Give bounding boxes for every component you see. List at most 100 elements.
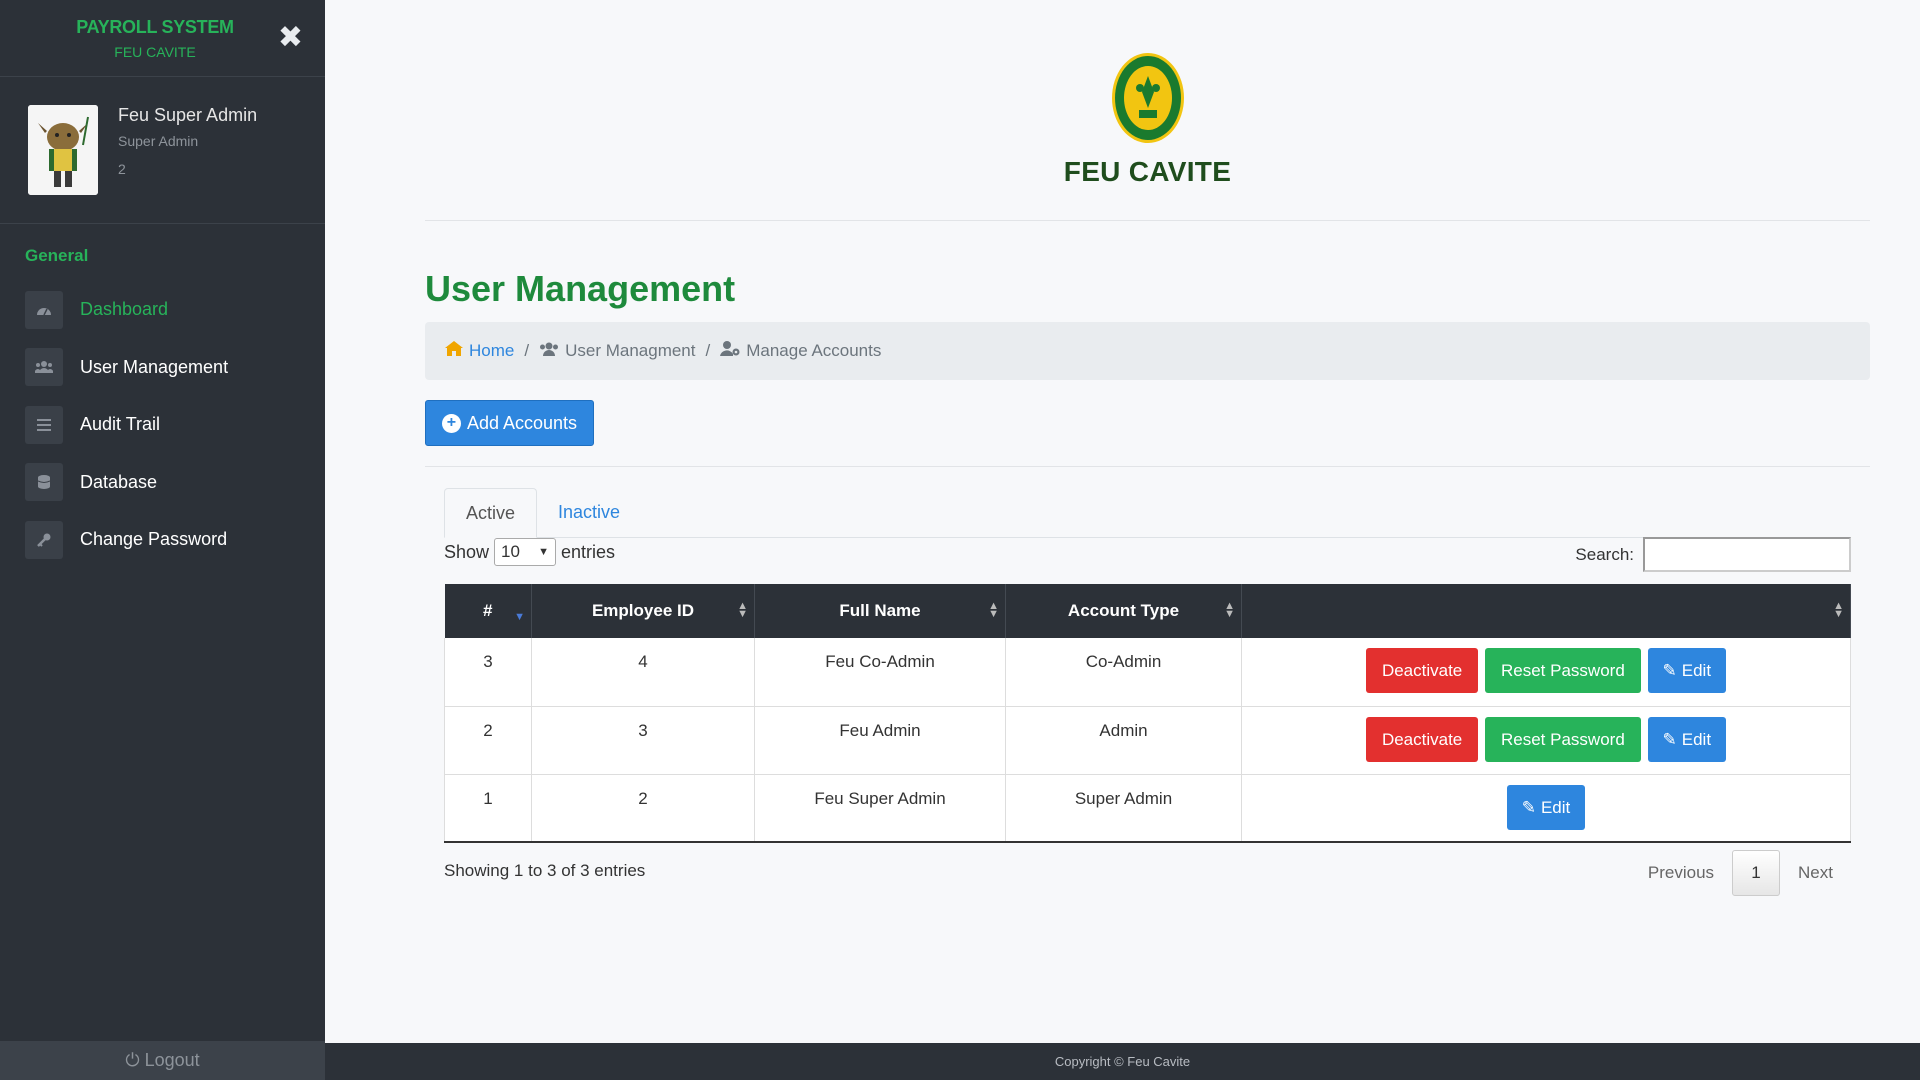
table-row: 3 4 Feu Co-Admin Co-Admin Deactivate Res… xyxy=(444,638,1851,707)
next-page-button[interactable]: Next xyxy=(1780,850,1851,896)
database-icon xyxy=(25,463,63,502)
sort-icon: ▲ ▼ xyxy=(1224,600,1235,620)
table-row: 1 2 Feu Super Admin Super Admin ✎ Edit xyxy=(444,774,1851,843)
avatar xyxy=(28,105,98,195)
entries-select[interactable]: 10 ▼ xyxy=(494,538,557,566)
profile-role: Super Admin xyxy=(118,133,199,149)
header-title: FEU CAVITE xyxy=(1063,156,1232,187)
column-header-account-type[interactable]: Account Type ▲ ▼ xyxy=(1005,584,1242,638)
reset-password-button[interactable]: Reset Password xyxy=(1485,648,1641,693)
pagination: Previous 1 Next xyxy=(1630,850,1851,896)
school-seal-logo xyxy=(1111,52,1185,144)
sidebar-nav: Dashboard User Management Audit Trail Da… xyxy=(25,281,315,569)
status-tabs: Active Inactive xyxy=(444,488,1851,538)
column-header-label: Employee ID xyxy=(591,601,695,620)
user-cog-icon xyxy=(720,341,740,361)
cell-full-name: Feu Super Admin xyxy=(754,774,1006,843)
table-header-row: # ▼ Employee ID ▲ ▼ Full Name ▲ ▼ Account … xyxy=(444,584,1851,638)
breadcrumb-separator: / xyxy=(524,341,530,360)
sort-icon: ▲ ▼ xyxy=(1833,600,1844,620)
column-header-employee-id[interactable]: Employee ID ▲ ▼ xyxy=(531,584,755,638)
home-icon xyxy=(445,341,463,361)
sidebar-section-title: General xyxy=(25,246,89,265)
sort-desc-icon: ▼ xyxy=(514,611,525,623)
sidebar-item-label: Database xyxy=(80,471,158,492)
cell-full-name: Feu Admin xyxy=(754,706,1006,775)
edit-label: Edit xyxy=(1681,661,1712,680)
cell-actions: Deactivate Reset Password ✎ Edit xyxy=(1241,638,1851,707)
breadcrumb-section: User Managment xyxy=(539,341,695,361)
column-header-label: Full Name xyxy=(839,601,921,620)
sidebar-item-label: Audit Trail xyxy=(80,414,161,435)
cell-employee-id: 2 xyxy=(531,774,755,843)
breadcrumb-current: Manage Accounts xyxy=(720,341,881,361)
table-search: Search: xyxy=(1575,537,1851,572)
search-input[interactable] xyxy=(1643,537,1851,572)
add-accounts-button[interactable]: + Add Accounts xyxy=(425,400,594,446)
edit-button[interactable]: ✎ Edit xyxy=(1647,648,1727,693)
column-header-number[interactable]: # ▼ xyxy=(444,584,532,638)
dropdown-arrow-icon: ▼ xyxy=(538,546,550,558)
sort-icon: ▲ ▼ xyxy=(988,600,999,620)
logout-label: Logout xyxy=(144,1050,200,1070)
edit-icon: ✎ xyxy=(1521,797,1536,817)
edit-button[interactable]: ✎ Edit xyxy=(1506,784,1586,830)
edit-button[interactable]: ✎ Edit xyxy=(1647,716,1727,762)
sidebar-item-label: Change Password xyxy=(80,529,228,550)
sidebar-item-label: User Management xyxy=(80,356,229,377)
table-info: Showing 1 to 3 of 3 entries xyxy=(444,861,646,880)
sidebar-item-audit-trail[interactable]: Audit Trail xyxy=(25,396,315,454)
tab-inactive[interactable]: Inactive xyxy=(537,488,641,538)
cell-number: 3 xyxy=(444,638,532,707)
close-sidebar-icon[interactable]: ✖ xyxy=(278,20,303,55)
cell-actions: ✎ Edit xyxy=(1241,774,1851,843)
edit-icon: ✎ xyxy=(1662,661,1677,680)
page-title: User Management xyxy=(425,268,736,309)
edit-label: Edit xyxy=(1540,797,1571,817)
cell-number: 2 xyxy=(444,706,532,775)
edit-icon: ✎ xyxy=(1662,729,1677,749)
cell-employee-id: 4 xyxy=(531,638,755,707)
search-label: Search: xyxy=(1575,544,1634,564)
power-icon: ⏻ xyxy=(125,1050,140,1070)
users-icon xyxy=(25,348,63,387)
cell-employee-id: 3 xyxy=(531,706,755,775)
edit-label: Edit xyxy=(1681,729,1712,749)
breadcrumb-section-label: User Managment xyxy=(565,341,696,360)
cell-account-type: Super Admin xyxy=(1005,774,1242,843)
column-header-full-name[interactable]: Full Name ▲ ▼ xyxy=(754,584,1006,638)
profile-id: 2 xyxy=(118,161,126,177)
sidebar-item-label: Dashboard xyxy=(80,299,169,320)
deactivate-button[interactable]: Deactivate xyxy=(1365,716,1479,762)
cell-number: 1 xyxy=(444,774,532,843)
column-header-actions[interactable]: ▲ ▼ xyxy=(1241,584,1851,638)
previous-page-button[interactable]: Previous xyxy=(1630,850,1732,896)
divider xyxy=(425,466,1870,467)
breadcrumb-home[interactable]: Home xyxy=(445,341,514,361)
dashboard-icon xyxy=(25,290,63,329)
users-icon xyxy=(539,341,559,361)
column-header-label: Account Type xyxy=(1067,601,1180,620)
sidebar: PAYROLL SYSTEM FEU CAVITE ✖ Feu Super Ad… xyxy=(0,0,325,1080)
sidebar-item-database[interactable]: Database xyxy=(25,454,315,512)
logout-button[interactable]: ⏻ Logout xyxy=(0,1041,325,1080)
main-content: FEU CAVITE User Management Home / User M… xyxy=(425,0,1870,896)
system-subtitle: FEU CAVITE xyxy=(114,44,196,60)
accounts-table: # ▼ Employee ID ▲ ▼ Full Name ▲ ▼ Account … xyxy=(444,584,1851,843)
entries-select-value: 10 xyxy=(501,542,520,561)
footer: Copyright © Feu Cavite xyxy=(325,1043,1920,1080)
profile-name: Feu Super Admin xyxy=(118,105,258,125)
sidebar-item-dashboard[interactable]: Dashboard xyxy=(25,281,315,339)
sidebar-item-user-management[interactable]: User Management xyxy=(25,339,315,397)
cell-actions: Deactivate Reset Password ✎ Edit xyxy=(1241,706,1851,775)
page-number-button[interactable]: 1 xyxy=(1732,850,1781,896)
copyright-text: Copyright © Feu Cavite xyxy=(1054,1054,1191,1069)
entries-label: entries xyxy=(561,541,616,562)
deactivate-button[interactable]: Deactivate xyxy=(1365,648,1479,693)
cell-full-name: Feu Co-Admin xyxy=(754,638,1006,707)
breadcrumb: Home / User Managment / Manage Accounts xyxy=(425,322,1870,380)
reset-password-button[interactable]: Reset Password xyxy=(1485,716,1641,762)
tab-active[interactable]: Active xyxy=(444,488,537,538)
show-label: Show xyxy=(444,541,490,562)
sidebar-item-change-password[interactable]: Change Password xyxy=(25,511,315,569)
